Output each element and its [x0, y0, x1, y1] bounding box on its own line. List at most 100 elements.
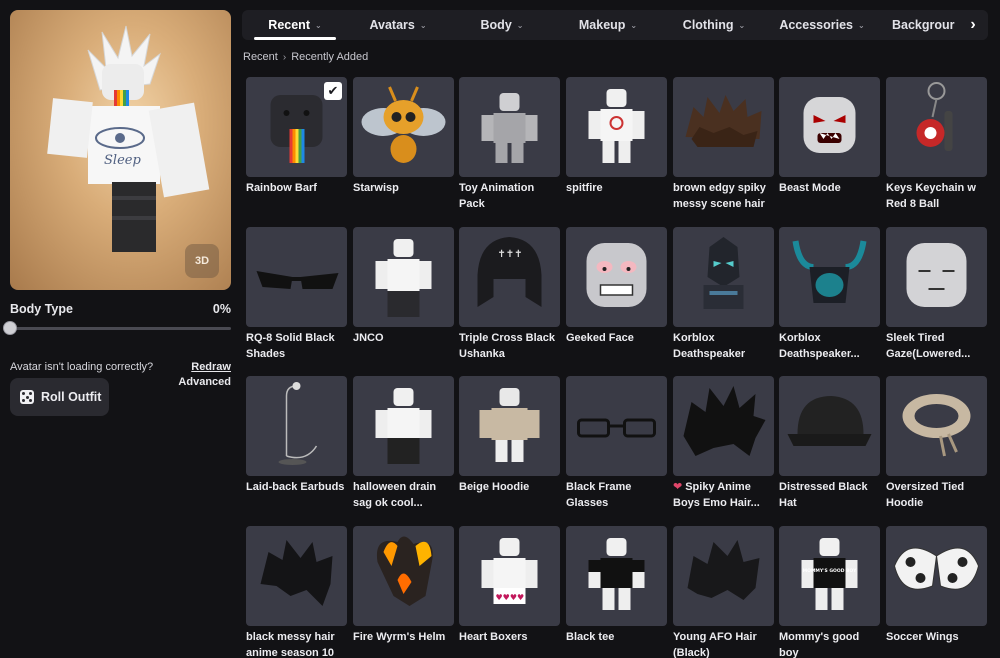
- breadcrumb-root[interactable]: Recent: [243, 51, 278, 63]
- item-thumbnail[interactable]: [246, 526, 347, 626]
- item-thumbnail[interactable]: [673, 376, 774, 476]
- item-thumbnail[interactable]: [246, 227, 347, 327]
- item-card[interactable]: Oversized Tied Hoodie: [886, 376, 987, 511]
- item-name-text: Young AFO Hair (Black): [673, 631, 757, 658]
- item-thumbnail[interactable]: ✔: [246, 77, 347, 177]
- item-name: Sleek Tired Gaze(Lowered...: [886, 331, 987, 362]
- item-card[interactable]: halloween drain sag ok cool...: [353, 376, 454, 511]
- item-card[interactable]: Geeked Face: [566, 227, 667, 362]
- item-thumbnail[interactable]: ✝✝✝: [459, 227, 560, 327]
- item-card[interactable]: ♥♥♥♥ Heart Boxers: [459, 526, 560, 658]
- tab-body[interactable]: Body ⌄: [464, 10, 540, 40]
- item-thumbnail[interactable]: ♥♥♥♥: [459, 526, 560, 626]
- item-thumbnail[interactable]: [459, 376, 560, 476]
- roll-outfit-button[interactable]: Roll Outfit: [10, 378, 109, 416]
- item-card[interactable]: MOMMY'S GOOD BOY Mommy's good boy: [779, 526, 880, 658]
- item-thumbnail[interactable]: [246, 376, 347, 476]
- shirt-text: Sleep: [104, 153, 141, 168]
- item-thumbnail[interactable]: [779, 77, 880, 177]
- item-thumbnail[interactable]: [673, 526, 774, 626]
- chevron-right-icon: ›: [970, 16, 976, 33]
- redraw-link[interactable]: Redraw: [191, 361, 231, 373]
- black-messy-hair-icon: [260, 540, 333, 606]
- item-name: Geeked Face: [566, 331, 667, 362]
- item-thumbnail[interactable]: [779, 227, 880, 327]
- item-thumbnail[interactable]: MOMMY'S GOOD BOY: [779, 526, 880, 626]
- item-card[interactable]: Black tee: [566, 526, 667, 658]
- item-card[interactable]: JNCO: [353, 227, 454, 362]
- item-card[interactable]: Young AFO Hair (Black): [673, 526, 774, 658]
- item-name-text: spitfire: [566, 182, 603, 194]
- item-card[interactable]: RQ-8 Solid Black Shades: [246, 227, 347, 362]
- item-thumbnail[interactable]: [566, 376, 667, 476]
- item-card[interactable]: Laid-back Earbuds: [246, 376, 347, 511]
- item-thumbnail[interactable]: [353, 77, 454, 177]
- tab-label: Recent: [268, 18, 310, 32]
- avatar-preview[interactable]: Sleep 3D: [10, 10, 231, 290]
- view-3d-button[interactable]: 3D: [185, 244, 219, 278]
- item-card[interactable]: Sleek Tired Gaze(Lowered...: [886, 227, 987, 362]
- chevron-right-icon: ›: [282, 51, 287, 63]
- item-thumbnail[interactable]: [886, 77, 987, 177]
- earbuds-icon: [278, 382, 318, 465]
- advanced-link[interactable]: Advanced: [178, 376, 231, 388]
- item-thumbnail[interactable]: [566, 77, 667, 177]
- item-name: black messy hair anime season 10: [246, 630, 347, 658]
- item-card[interactable]: Korblox Deathspeaker...: [779, 227, 880, 362]
- tab-makeup[interactable]: Makeup ⌄: [568, 10, 648, 40]
- item-card[interactable]: ✝✝✝ Triple Cross Black Ushanka: [459, 227, 560, 362]
- item-name: ❤ Spiky Anime Boys Emo Hair...: [673, 480, 774, 511]
- selected-check-icon[interactable]: ✔: [324, 82, 342, 100]
- item-name: Heart Boxers: [459, 630, 560, 658]
- avatar-loading-text: Avatar isn't loading correctly?: [10, 361, 154, 373]
- tab-label: Clothing: [682, 18, 734, 32]
- item-card[interactable]: spitfire: [566, 77, 667, 212]
- item-name-text: Beige Hoodie: [459, 481, 530, 493]
- item-thumbnail[interactable]: [353, 227, 454, 327]
- body-type-label: Body Type: [10, 302, 73, 316]
- body-type-value: 0%: [212, 302, 231, 316]
- tab-recent[interactable]: Recent ⌄: [254, 10, 336, 40]
- tabs-next-button[interactable]: ›: [958, 10, 988, 40]
- item-thumbnail[interactable]: [459, 77, 560, 177]
- item-card[interactable]: Starwisp: [353, 77, 454, 212]
- item-thumbnail[interactable]: [673, 77, 774, 177]
- item-name-text: Geeked Face: [566, 332, 634, 344]
- item-card[interactable]: Korblox Deathspeaker: [673, 227, 774, 362]
- item-card[interactable]: brown edgy spiky messy scene hair: [673, 77, 774, 212]
- item-name: Distressed Black Hat: [779, 480, 880, 511]
- item-card[interactable]: Beast Mode: [779, 77, 880, 212]
- item-card[interactable]: Black Frame Glasses: [566, 376, 667, 511]
- body-type-slider-knob[interactable]: [3, 321, 17, 335]
- item-card[interactable]: Fire Wyrm's Helm: [353, 526, 454, 658]
- tab-accessories[interactable]: Accessories ⌄: [778, 10, 866, 40]
- tab-label: Body: [480, 18, 512, 32]
- category-tabs: Recent ⌄ Avatars ⌄ Body ⌄ Makeup ⌄ Clothing ⌄…: [242, 10, 988, 40]
- item-thumbnail[interactable]: [353, 376, 454, 476]
- beige-hoodie-icon: [479, 388, 540, 462]
- korblox-helm-icon: [792, 240, 867, 303]
- item-thumbnail[interactable]: [566, 227, 667, 327]
- item-card[interactable]: Distressed Black Hat: [779, 376, 880, 511]
- item-card[interactable]: black messy hair anime season 10: [246, 526, 347, 658]
- breadcrumb-current: Recently Added: [291, 51, 369, 63]
- item-card[interactable]: ❤ Spiky Anime Boys Emo Hair...: [673, 376, 774, 511]
- item-thumbnail[interactable]: [779, 376, 880, 476]
- item-thumbnail[interactable]: [353, 526, 454, 626]
- item-card[interactable]: ✔ Rainbow Barf: [246, 77, 347, 212]
- item-name-text: RQ-8 Solid Black Shades: [246, 332, 335, 360]
- item-thumbnail[interactable]: [886, 376, 987, 476]
- item-card[interactable]: Keys Keychain w Red 8 Ball: [886, 77, 987, 212]
- item-thumbnail[interactable]: [566, 526, 667, 626]
- item-name: Laid-back Earbuds: [246, 480, 347, 511]
- item-card[interactable]: Soccer Wings: [886, 526, 987, 658]
- tab-clothing[interactable]: Clothing ⌄: [674, 10, 754, 40]
- item-thumbnail[interactable]: [886, 227, 987, 327]
- item-thumbnail[interactable]: [886, 526, 987, 626]
- item-thumbnail[interactable]: [673, 227, 774, 327]
- body-type-slider[interactable]: [10, 327, 231, 330]
- item-card[interactable]: Beige Hoodie: [459, 376, 560, 511]
- tab-avatars[interactable]: Avatars ⌄: [358, 10, 438, 40]
- item-name: Korblox Deathspeaker: [673, 331, 774, 362]
- item-card[interactable]: Toy Animation Pack: [459, 77, 560, 212]
